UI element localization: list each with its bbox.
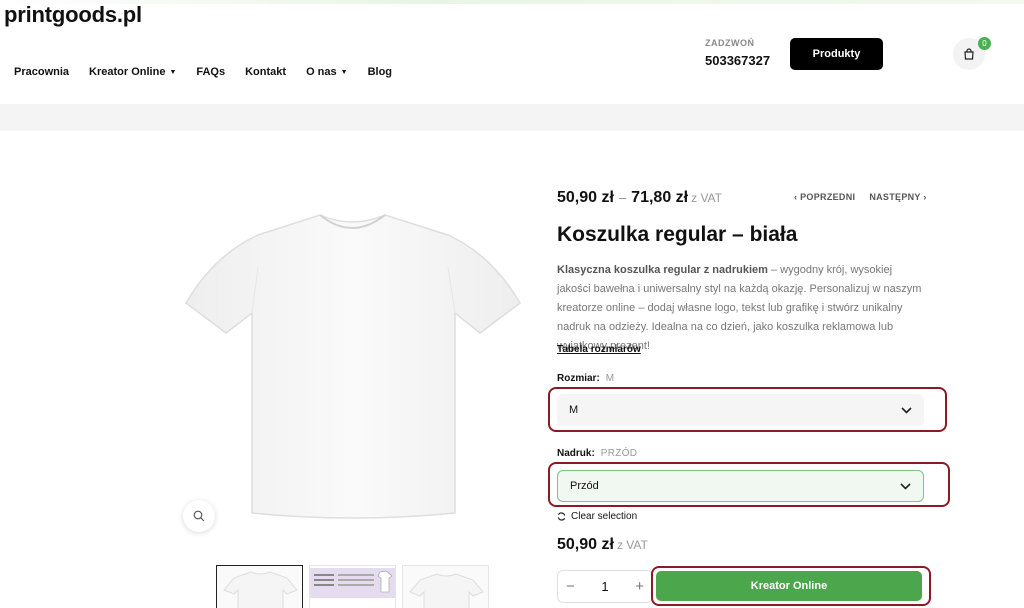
tshirt-thumbnail xyxy=(223,571,298,608)
price-separator: – xyxy=(618,190,627,205)
nav-label: Pracownia xyxy=(14,66,70,78)
product-image[interactable] xyxy=(180,205,525,525)
size-value: M xyxy=(605,373,615,384)
next-label: NASTĘPNY xyxy=(869,192,921,202)
product-description: Klasyczna koszulka regular z nadrukiem –… xyxy=(557,261,927,356)
chevron-down-icon: ▼ xyxy=(169,68,177,76)
phone-number[interactable]: 503367327 xyxy=(705,53,770,68)
print-select[interactable]: Przód xyxy=(557,470,924,502)
nav-label: Blog xyxy=(367,66,393,78)
print-field-label: Nadruk: PRZÓD xyxy=(557,448,637,459)
nav-item-kontakt[interactable]: Kontakt xyxy=(245,66,286,78)
selected-price: 50,90 zł z VAT xyxy=(557,536,648,554)
tshirt-thumbnail xyxy=(409,573,484,608)
main-nav: Pracownia Kreator Online ▼ FAQs Kontakt O… xyxy=(14,66,412,78)
prev-product-link[interactable]: ‹ POPRZEDNI xyxy=(794,192,855,202)
description-text: – wygodny krój, wysokiej jakości bawełna… xyxy=(557,264,922,352)
call-label: ZADZWOŃ xyxy=(705,38,755,48)
size-label: Rozmiar: xyxy=(557,373,600,384)
quantity-value[interactable]: 1 xyxy=(601,579,608,594)
prev-label: POPRZEDNI xyxy=(800,192,856,202)
thumbnail-back[interactable] xyxy=(402,565,489,608)
chevron-right-icon: › xyxy=(920,192,927,202)
size-table-link[interactable]: Tabela rozmiarów xyxy=(557,344,641,355)
vat-label: z VAT xyxy=(616,538,648,552)
increase-button[interactable]: + xyxy=(635,578,644,595)
next-product-link[interactable]: NASTĘPNY › xyxy=(869,192,926,202)
size-select[interactable]: M xyxy=(557,394,924,426)
price-range: 50,90 zł – 71,80 zł z VAT xyxy=(557,189,722,207)
cart-count-badge: 0 xyxy=(978,37,991,50)
print-selected: Przód xyxy=(570,480,599,492)
thumbnail-size-chart[interactable] xyxy=(309,565,396,608)
shopping-bag-icon xyxy=(964,48,974,60)
print-label: Nadruk: xyxy=(557,448,595,459)
nav-item-pracownia[interactable]: Pracownia xyxy=(14,66,69,78)
vat-label: z VAT xyxy=(691,191,722,205)
search-icon xyxy=(193,510,205,522)
refresh-icon xyxy=(557,512,566,521)
nav-item-o-nas[interactable]: O nas ▼ xyxy=(306,66,348,78)
thumbnail-strip xyxy=(216,565,495,608)
nav-item-kreator-online[interactable]: Kreator Online ▼ xyxy=(89,66,176,78)
clear-label: Clear selection xyxy=(571,511,638,522)
quantity-stepper: − 1 + xyxy=(557,570,653,603)
nav-item-faqs[interactable]: FAQs xyxy=(196,66,225,78)
description-bold: Klasyczna koszulka regular z nadrukiem xyxy=(557,264,768,276)
current-price: 50,90 zł xyxy=(557,536,614,553)
tshirt-image xyxy=(185,214,521,519)
nav-label: Kreator Online xyxy=(89,66,166,78)
product-pagination: ‹ POPRZEDNI NASTĘPNY › xyxy=(794,192,927,202)
chevron-down-icon: ▼ xyxy=(340,68,348,76)
product-title: Koszulka regular – biała xyxy=(557,223,798,246)
size-field-label: Rozmiar: M xyxy=(557,373,614,384)
print-value: PRZÓD xyxy=(600,448,638,459)
nav-label: Kontakt xyxy=(245,66,287,78)
decrease-button[interactable]: − xyxy=(566,578,575,595)
zoom-button[interactable] xyxy=(183,500,215,532)
price-min: 50,90 zł xyxy=(557,189,614,206)
products-button[interactable]: Produkty xyxy=(790,38,883,70)
size-selected: M xyxy=(569,404,579,416)
thumbnail-front[interactable] xyxy=(216,565,303,608)
site-logo[interactable]: printgoods.pl xyxy=(4,2,142,28)
breadcrumb-band xyxy=(0,104,1024,131)
chevron-down-icon xyxy=(900,482,911,490)
nav-item-blog[interactable]: Blog xyxy=(368,66,392,78)
top-accent-bar xyxy=(0,0,1024,4)
call-block: ZADZWOŃ 503367327 xyxy=(705,38,770,68)
size-chart-thumbnail xyxy=(310,566,395,608)
nav-label: O nas xyxy=(306,66,337,78)
clear-selection-link[interactable]: Clear selection xyxy=(557,511,637,522)
kreator-online-button[interactable]: Kreator Online xyxy=(656,571,922,601)
chevron-down-icon xyxy=(901,406,912,414)
nav-label: FAQs xyxy=(196,66,226,78)
price-max: 71,80 zł xyxy=(631,189,689,206)
